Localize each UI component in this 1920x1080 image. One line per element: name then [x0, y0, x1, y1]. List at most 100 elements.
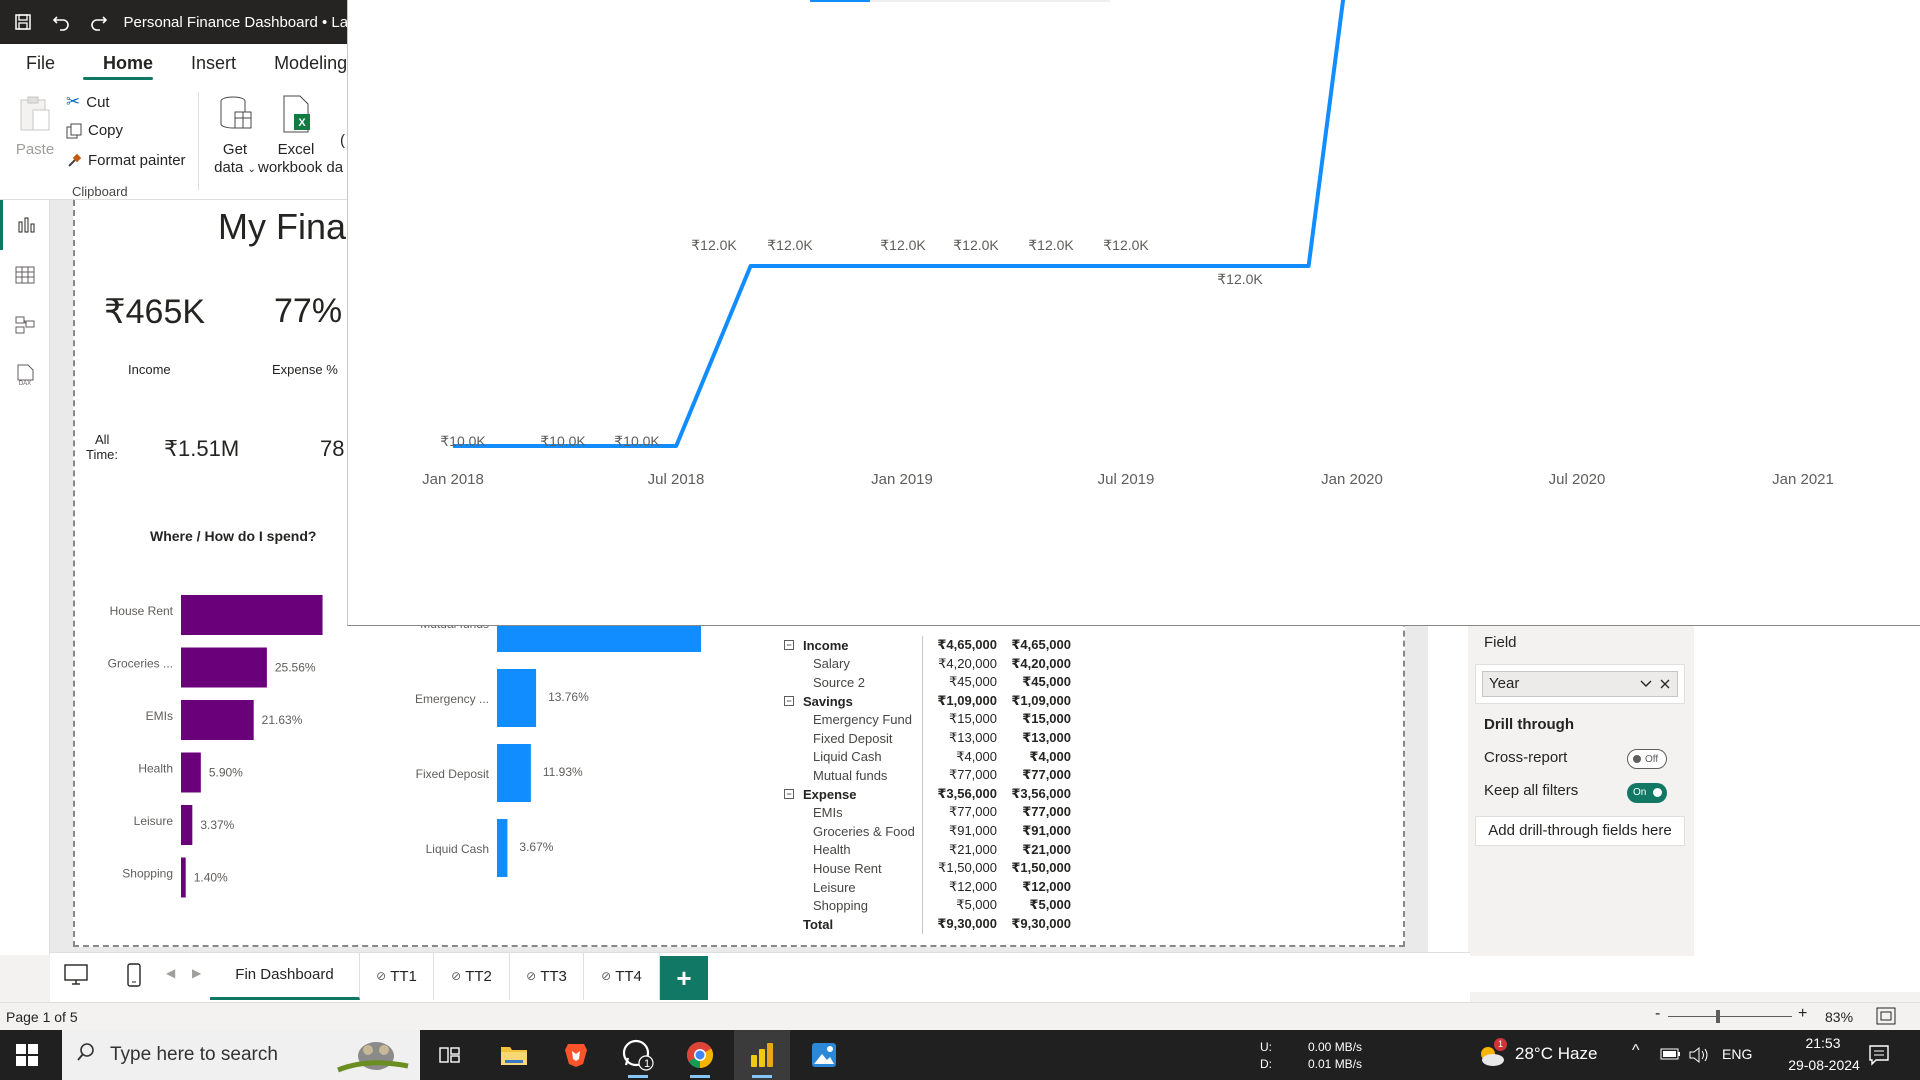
collapse-icon[interactable]: −: [784, 696, 794, 707]
matrix-value: ₹4,20,000: [922, 654, 997, 674]
copy-icon: [66, 123, 82, 138]
tab-insert[interactable]: Insert: [167, 44, 250, 82]
tab-modeling[interactable]: Modeling: [250, 44, 361, 82]
matrix-value: ₹5,000: [922, 896, 997, 915]
chevron-up-icon[interactable]: ^: [1632, 1042, 1640, 1060]
dax-query-view-icon[interactable]: DAX: [0, 350, 50, 400]
add-drill-through-fields[interactable]: Add drill-through fields here: [1475, 816, 1685, 846]
collapse-icon[interactable]: −: [784, 640, 794, 651]
mobile-layout-icon[interactable]: [124, 962, 144, 993]
matrix-value: ₹4,65,000: [1011, 637, 1071, 652]
keep-filters-toggle[interactable]: On: [1627, 783, 1667, 803]
power-bi-icon[interactable]: [734, 1030, 790, 1080]
table-view-icon[interactable]: [0, 250, 50, 300]
clipboard-group-label: Clipboard: [72, 184, 128, 199]
whatsapp-icon[interactable]: 1: [610, 1030, 666, 1080]
data-label: ₹12.0K: [1028, 237, 1074, 253]
all-time-expense-value: 78: [320, 436, 345, 461]
page-tab-tt3[interactable]: ⊘ TT3: [510, 952, 584, 1000]
data-label: ₹12.0K: [767, 237, 813, 253]
excel-icon: X: [283, 95, 310, 133]
chevron-down-icon[interactable]: [1639, 672, 1653, 704]
bar-value-label: 21.63%: [262, 713, 303, 727]
battery-icon[interactable]: [1660, 1046, 1682, 1067]
category-label: Fixed Deposit: [416, 767, 490, 781]
paste-button[interactable]: Paste: [12, 94, 58, 159]
format-painter-button[interactable]: Format painter: [66, 152, 186, 169]
page-tab-label: TT1: [390, 967, 417, 985]
zoom-slider-track[interactable]: [1668, 1016, 1792, 1017]
notification-icon[interactable]: [1868, 1044, 1890, 1071]
bar-value-label: 5.90%: [209, 766, 243, 780]
kpi-expense-label: Expense %: [272, 362, 338, 377]
chrome-icon[interactable]: [672, 1030, 728, 1080]
ribbon-separator: [198, 92, 199, 190]
copy-button[interactable]: Copy: [66, 122, 123, 139]
redo-icon[interactable]: [84, 7, 114, 37]
windows-start-icon[interactable]: [16, 1044, 38, 1071]
volume-icon[interactable]: [1688, 1046, 1710, 1069]
clock-date[interactable]: 29-08-2024: [1774, 1057, 1874, 1073]
bar[interactable]: [497, 744, 531, 802]
zoom-out-button[interactable]: -: [1655, 1005, 1660, 1023]
task-view-icon[interactable]: [422, 1030, 478, 1080]
brave-browser-icon[interactable]: [548, 1030, 604, 1080]
fit-to-page-icon[interactable]: [1876, 1007, 1896, 1028]
zoom-in-button[interactable]: +: [1798, 1005, 1807, 1023]
cross-report-toggle[interactable]: Off: [1627, 749, 1667, 769]
next-page-icon[interactable]: ▶: [192, 966, 201, 980]
bar[interactable]: [497, 819, 508, 877]
page-tab-fin-dashboard[interactable]: Fin Dashboard: [210, 952, 360, 1000]
line-series[interactable]: [453, 0, 1346, 448]
zoom-slider-thumb[interactable]: [1716, 1010, 1720, 1023]
prev-page-icon[interactable]: ◀: [166, 966, 175, 980]
excel-label: Excel: [277, 141, 315, 158]
excel-workbook-button[interactable]: X Excel workbook da: [258, 94, 343, 177]
matrix-row[interactable]: − Expense ₹3,56,000 ₹3,56,000: [778, 784, 1078, 804]
weather-icon[interactable]: 1: [1476, 1038, 1507, 1073]
matrix-row-label: Liquid Cash: [813, 749, 882, 765]
matrix-value: ₹1,09,000: [922, 691, 997, 711]
close-icon[interactable]: [1659, 672, 1671, 704]
file-explorer-icon[interactable]: [486, 1030, 542, 1080]
tab-home[interactable]: Home: [69, 44, 167, 82]
get-data-button[interactable]: Get data ⌄: [206, 94, 264, 179]
all-time-label: All Time:: [86, 432, 119, 462]
paste-label: Paste: [15, 141, 55, 158]
matrix-value: ₹12,000: [1022, 878, 1071, 894]
model-view-icon[interactable]: [0, 300, 50, 350]
page-tab-tt2[interactable]: ⊘ TT2: [434, 952, 510, 1000]
tab-file[interactable]: File: [0, 44, 69, 82]
bar[interactable]: [181, 647, 267, 688]
save-icon[interactable]: [8, 7, 38, 37]
add-page-button[interactable]: +: [660, 956, 708, 1000]
scissors-icon: ✂: [66, 92, 81, 111]
page-tab-tt1[interactable]: ⊘ TT1: [360, 952, 434, 1000]
taskbar-search[interactable]: Type here to search: [62, 1030, 420, 1080]
bar[interactable]: [181, 595, 323, 635]
bar[interactable]: [181, 805, 193, 845]
bar[interactable]: [181, 857, 186, 898]
matrix-row: Health ₹21,000 ₹21,000: [778, 840, 1078, 860]
field-well: Year: [1475, 664, 1685, 704]
clock-time[interactable]: 21:53: [1788, 1035, 1858, 1051]
language-indicator[interactable]: ENG: [1722, 1046, 1752, 1062]
weather-text[interactable]: 28°C Haze: [1515, 1044, 1597, 1064]
collapse-icon[interactable]: −: [784, 789, 794, 800]
bar[interactable]: [181, 700, 254, 740]
bar[interactable]: [181, 752, 201, 793]
cut-button[interactable]: ✂ Cut: [66, 92, 110, 112]
desktop-layout-icon[interactable]: [62, 962, 90, 993]
field-year-label: Year: [1489, 675, 1520, 692]
report-view-icon[interactable]: [0, 200, 50, 250]
hidden-page-icon: ⊘: [526, 969, 537, 983]
ribbon-tabs: File Home Insert Modeling: [0, 44, 347, 82]
page-tab-tt4[interactable]: ⊘ TT4: [584, 952, 660, 1000]
photos-app-icon[interactable]: [796, 1030, 852, 1080]
undo-icon[interactable]: [46, 7, 76, 37]
matrix-value: ₹15,000: [922, 710, 997, 729]
matrix-row[interactable]: − Income ₹4,65,000 ₹4,65,000: [778, 636, 1078, 655]
field-year-chip[interactable]: Year: [1482, 671, 1678, 697]
matrix-row[interactable]: − Savings ₹1,09,000 ₹1,09,000: [778, 691, 1078, 711]
bar[interactable]: [497, 669, 537, 727]
